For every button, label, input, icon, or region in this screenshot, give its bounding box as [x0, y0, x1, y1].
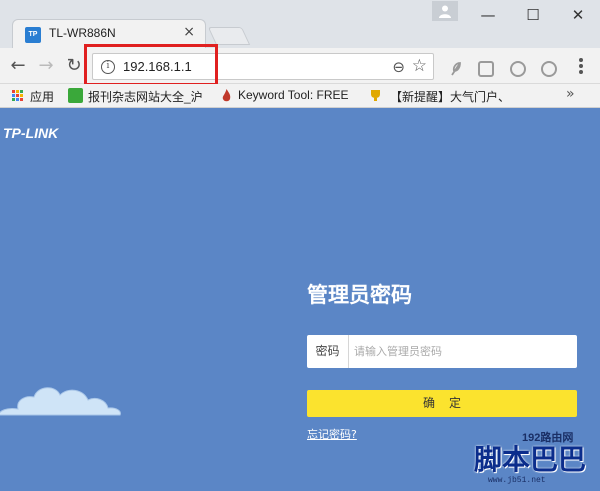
browser-menu-icon[interactable]: [575, 56, 587, 76]
tp-link-favicon-icon: TP: [25, 27, 41, 43]
address-highlight-box: [84, 44, 218, 86]
forgot-password-link[interactable]: 忘记密码?: [307, 426, 357, 442]
minimize-button[interactable]: —: [468, 2, 508, 28]
cloud-illustration: [0, 387, 121, 416]
bookmark-keyword-tool[interactable]: Keyword Tool: FREE: [238, 88, 349, 102]
watermark-logo: 脚本巴巴: [474, 443, 587, 476]
confirm-button[interactable]: 确定: [307, 390, 577, 417]
bookmark-star-icon[interactable]: ☆: [412, 56, 427, 76]
trophy-icon: [368, 88, 383, 103]
bookmark-apps[interactable]: 应用: [30, 88, 54, 105]
flame-icon: [219, 88, 234, 103]
login-title: 管理员密码: [307, 283, 412, 307]
password-input[interactable]: [354, 339, 569, 364]
user-icon: [439, 5, 451, 18]
back-arrow-icon[interactable]: ←: [8, 56, 28, 76]
watermark-url: www.jb51.net: [488, 476, 546, 485]
tp-link-logo: TP-LINK: [3, 125, 59, 141]
profile-button[interactable]: [432, 1, 458, 21]
zoom-icon[interactable]: ⊖: [392, 58, 405, 76]
bookmarks-bar: 应用 报刊杂志网站大全_沪 Keyword Tool: FREE 【新提醒】大气…: [0, 84, 600, 108]
maximize-button[interactable]: ☐: [513, 2, 553, 28]
extension-feather-icon[interactable]: [448, 61, 464, 77]
tab-close-icon[interactable]: ×: [183, 24, 195, 40]
password-field: 密码: [307, 335, 577, 368]
green-c-icon: [68, 88, 83, 103]
extension-circle-icon[interactable]: [510, 61, 526, 77]
reload-icon[interactable]: ↻: [64, 56, 84, 76]
close-window-button[interactable]: ✕: [558, 2, 598, 28]
bookmarks-overflow-icon[interactable]: »: [566, 86, 575, 102]
apps-icon: [12, 90, 24, 102]
new-tab-button[interactable]: [207, 27, 251, 45]
extension-shield-icon[interactable]: [478, 61, 494, 77]
bookmark-newspapers[interactable]: 报刊杂志网站大全_沪: [88, 88, 203, 105]
tab-title: TL-WR886N: [49, 26, 116, 40]
forward-arrow-icon[interactable]: →: [36, 56, 56, 76]
bookmark-new-reminder[interactable]: 【新提醒】大气门户、: [390, 88, 510, 105]
password-label: 密码: [307, 335, 349, 368]
browser-titlebar: TP TL-WR886N × — ☐ ✕: [0, 0, 600, 48]
extension-globe-icon[interactable]: [541, 61, 557, 77]
router-login-page: TP-LINK 管理员密码 密码 确定 忘记密码?: [0, 109, 600, 491]
